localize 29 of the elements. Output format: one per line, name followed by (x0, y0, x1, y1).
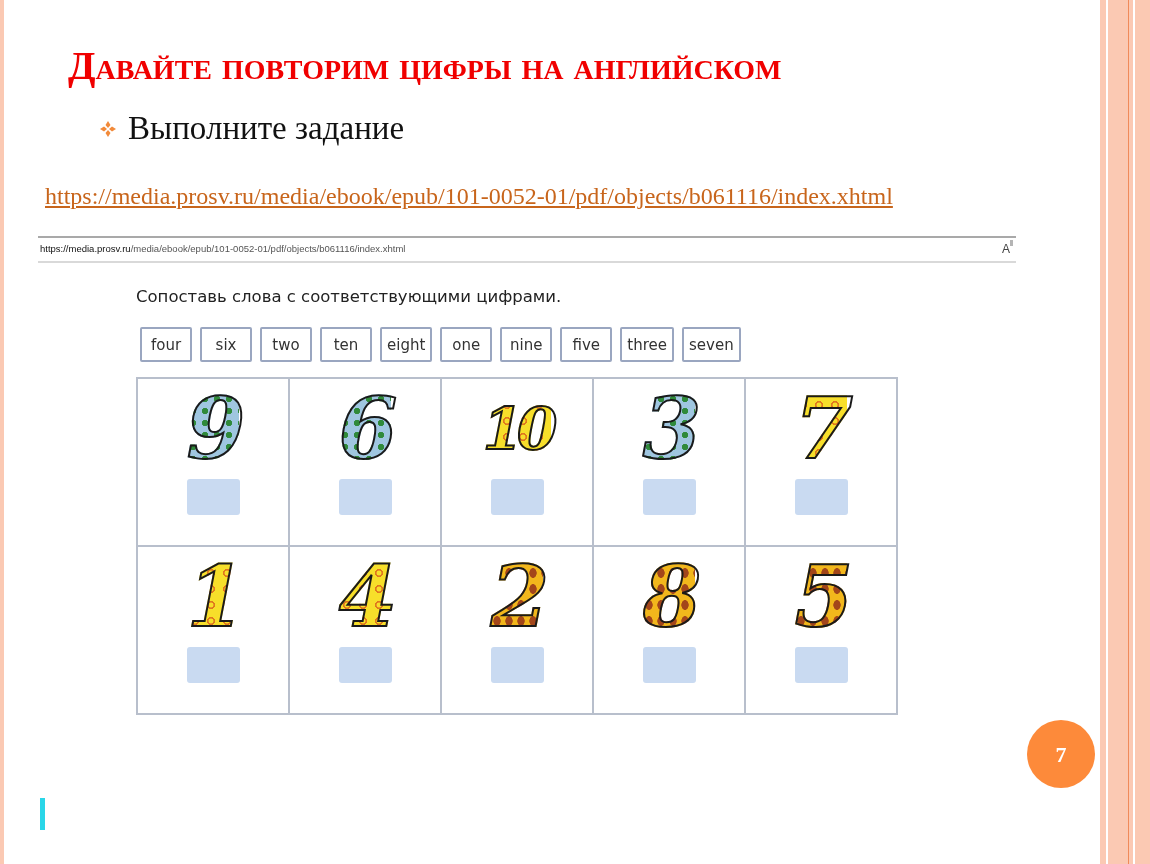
address-text: https://media.prosv.ru/media/ebook/epub/101-0052-01/pdf/objects/b061116/index.xhtml (40, 241, 406, 256)
instruction-text: Сопоставь слова с соответствующими цифрами. (136, 285, 563, 308)
slide-title: Давайте повторим цифры на английском (68, 44, 783, 88)
word-chip[interactable]: three (620, 327, 674, 363)
bullet-icon (100, 120, 116, 137)
answer-drop-box[interactable] (794, 479, 848, 516)
answer-drop-box[interactable] (338, 479, 392, 516)
answer-drop-box[interactable] (490, 647, 544, 684)
word-chip[interactable]: two (260, 327, 312, 363)
answer-drop-box[interactable] (186, 647, 240, 684)
answer-drop-box[interactable] (490, 479, 544, 516)
page-number: 7 (1027, 720, 1095, 788)
word-chip[interactable]: seven (682, 327, 741, 363)
word-chip[interactable]: eight (380, 327, 433, 363)
word-chip[interactable]: four (140, 327, 192, 363)
answer-drop-box[interactable] (794, 647, 848, 684)
reader-mode-button[interactable]: A (1002, 240, 1014, 258)
word-chip[interactable]: nine (500, 327, 553, 363)
word-chip[interactable]: five (560, 327, 613, 363)
link[interactable]: https://media.prosv.ru/media/ebook/epub/101-0052-01/pdf/objects/b061116/index.xhtml (45, 177, 893, 214)
bullet-text: Выполните задание (128, 109, 405, 148)
answer-drop-box[interactable] (642, 479, 696, 516)
answer-drop-box[interactable] (642, 647, 696, 684)
word-chip[interactable]: six (200, 327, 252, 363)
answer-drop-box[interactable] (186, 479, 240, 516)
cursor-mark (40, 798, 45, 830)
answer-drop-box[interactable] (338, 647, 392, 684)
word-chip[interactable]: ten (320, 327, 372, 363)
word-chip[interactable]: one (440, 327, 493, 363)
